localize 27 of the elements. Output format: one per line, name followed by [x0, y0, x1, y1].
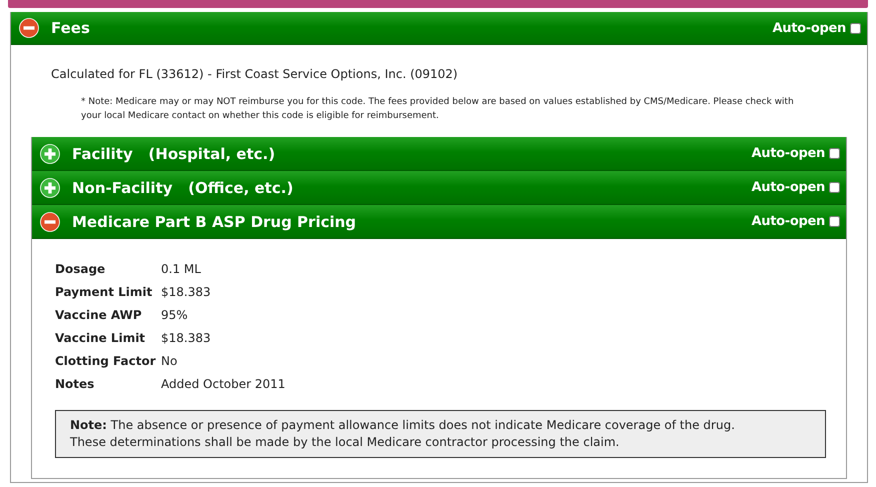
field-label: Vaccine Limit	[55, 330, 146, 346]
auto-open-label: Auto-open	[752, 146, 825, 161]
field-value: 0.1 ML	[161, 261, 202, 277]
field-value: $18.383	[161, 330, 212, 346]
section-title: Medicare Part B ASP Drug Pricing	[72, 212, 358, 230]
auto-open-label: Auto-open	[772, 20, 846, 36]
field-label: Clotting Factor	[55, 353, 157, 369]
field-value: 95%	[161, 307, 189, 323]
auto-open-label: Auto-open	[752, 214, 825, 229]
calculated-for-text: Calculated for FL (33612) - First Coast Service Options, Inc. (09102)	[51, 67, 459, 81]
note-text: * Note: Medicare may or may NOT reimburse you for this code. The fees provided below are based on values established by CMS/Medicare. Please check with your local Medicare contact on whether this code is eligible for reimbursement.	[81, 96, 795, 123]
field-value: No	[161, 353, 178, 369]
field-value: Added October 2011	[161, 376, 286, 392]
field-value: $18.383	[161, 284, 212, 300]
section-title: Facility (Hospital, etc.)	[72, 144, 276, 162]
disclaimer-note: Note: The absence or presence of payment allowance limits does not indicate Medicare coverage of the drug. These determinations shall be made by the local Medicare contractor processing the claim.	[55, 410, 826, 458]
section-header[interactable]: Medicare Part B ASP Drug Pricing Auto-open	[32, 205, 846, 239]
field-label: Payment Limit	[55, 284, 154, 300]
section-title: Non-Facility (Office, etc.)	[72, 178, 294, 196]
section-header[interactable]: Fees Auto-open	[11, 12, 867, 45]
section-title: Fees	[51, 19, 91, 37]
section-header[interactable]: Non-Facility (Office, etc.) Auto-open	[32, 171, 846, 205]
section-header[interactable]: Facility (Hospital, etc.) Auto-open	[32, 137, 846, 171]
field-label: Vaccine AWP	[55, 307, 143, 323]
field-label: Dosage	[55, 261, 106, 277]
auto-open-label: Auto-open	[752, 180, 825, 195]
field-label: Notes	[55, 376, 96, 392]
